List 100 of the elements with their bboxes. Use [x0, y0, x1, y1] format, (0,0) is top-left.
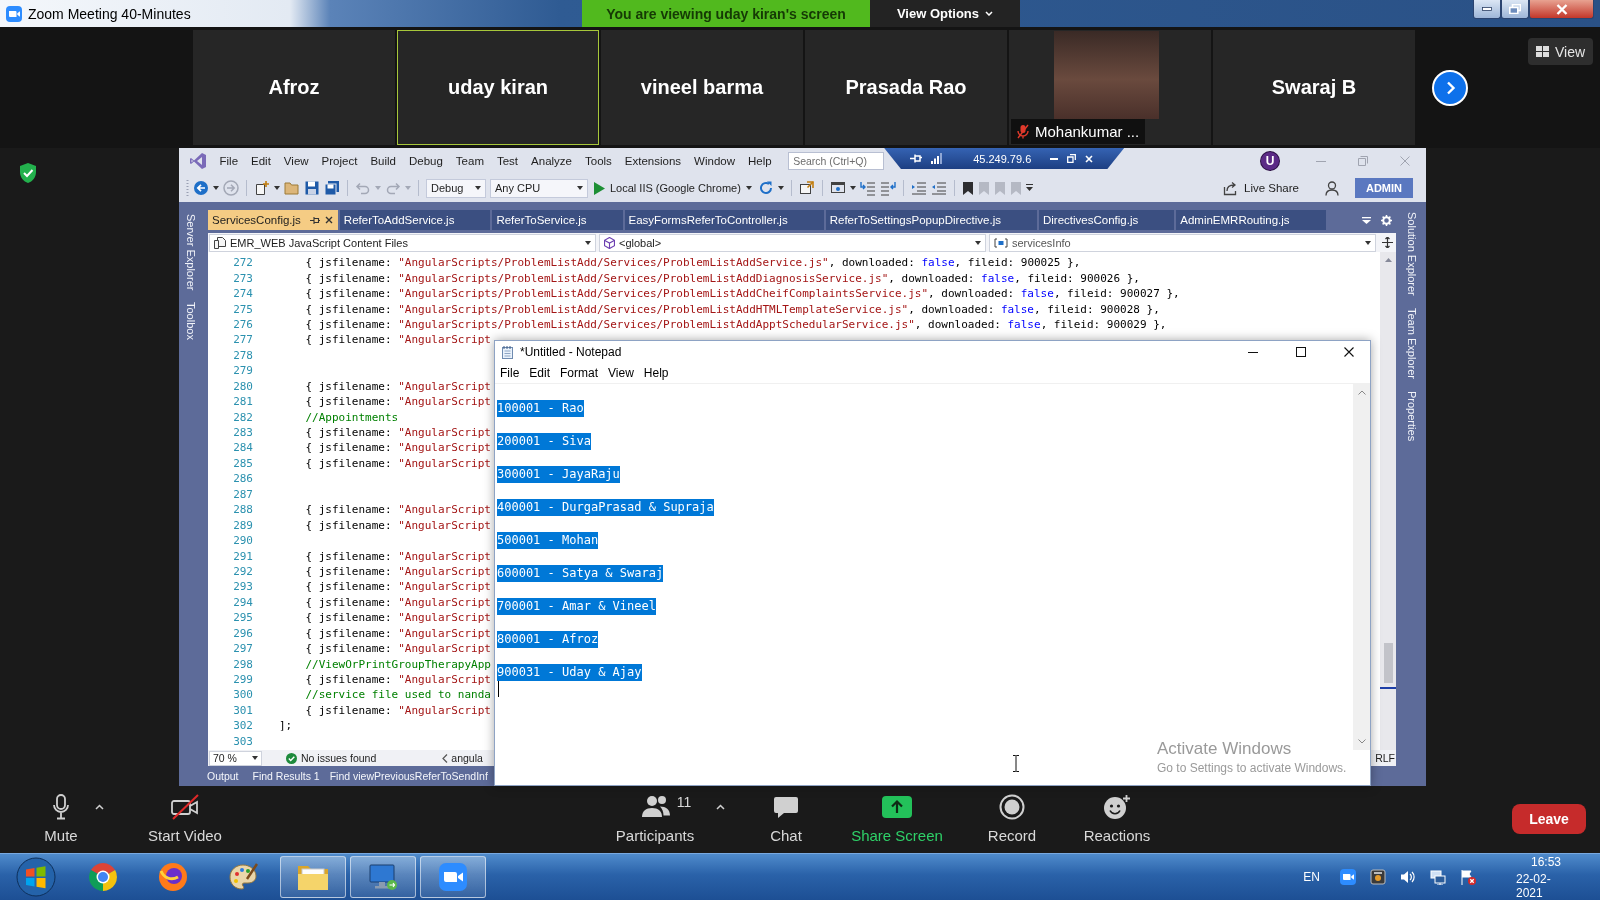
- menu-item[interactable]: View: [603, 366, 639, 380]
- configuration-dropdown[interactable]: Debug: [426, 178, 486, 198]
- record-button[interactable]: Record: [977, 786, 1047, 848]
- minimize-button[interactable]: [1473, 0, 1501, 19]
- start-button[interactable]: [16, 857, 56, 897]
- chat-button[interactable]: Chat: [755, 786, 817, 848]
- view-button[interactable]: View: [1528, 38, 1593, 65]
- project-dropdown[interactable]: EMR_WEB JavaScript Content Files: [209, 233, 596, 252]
- menu-item[interactable]: Debug: [402, 155, 450, 167]
- project-context[interactable]: angula: [451, 752, 483, 764]
- minimize-icon[interactable]: [1050, 157, 1059, 160]
- menu-item[interactable]: View: [277, 155, 316, 167]
- shield-check-icon[interactable]: [18, 162, 38, 184]
- volume-icon[interactable]: [1400, 869, 1416, 885]
- file-tab[interactable]: ServicesConfig.js: [208, 210, 338, 230]
- menu-item[interactable]: Format: [555, 366, 604, 380]
- run-button[interactable]: Local IIS (Google Chrome): [592, 181, 754, 195]
- panel-tab[interactable]: Toolbox: [185, 302, 197, 341]
- split-window-icon[interactable]: [1382, 237, 1393, 248]
- scroll-up-icon[interactable]: [1384, 258, 1392, 262]
- panel-tab[interactable]: Server Explorer: [185, 214, 197, 291]
- file-tab[interactable]: ReferToSettingsPopupDirective.js: [825, 210, 1037, 230]
- panel-tab[interactable]: Find viewPreviousReferToSendInf: [329, 770, 488, 782]
- settings-icon[interactable]: [1381, 214, 1392, 226]
- leave-button[interactable]: Leave: [1512, 804, 1586, 834]
- taskbar-button[interactable]: [420, 856, 486, 898]
- panel-tab[interactable]: Team Explorer: [1406, 307, 1418, 379]
- caret-down-icon[interactable]: [777, 186, 784, 190]
- menu-item[interactable]: Help: [638, 366, 674, 380]
- taskbar-button[interactable]: [280, 856, 346, 898]
- search-field[interactable]: Search (Ctrl+Q): [788, 152, 885, 170]
- menu-item[interactable]: File: [495, 366, 525, 380]
- mute-button[interactable]: Mute: [27, 786, 95, 848]
- member-dropdown[interactable]: servicesInfo: [989, 233, 1376, 252]
- video-camera-icon[interactable]: [1340, 869, 1356, 885]
- window-icon[interactable]: [829, 180, 846, 196]
- clock-time[interactable]: 16:53: [1531, 854, 1561, 869]
- file-tab[interactable]: ReferToService.js: [492, 210, 623, 230]
- step-into-icon[interactable]: [859, 180, 876, 196]
- menu-item[interactable]: Tools: [578, 155, 619, 167]
- next-page-button[interactable]: [1432, 70, 1468, 106]
- browser-link-icon[interactable]: [798, 180, 815, 196]
- clock-date[interactable]: 22-02-2021: [1516, 871, 1576, 900]
- close-button[interactable]: [1529, 0, 1594, 19]
- menu-item[interactable]: Extensions: [618, 155, 688, 167]
- menu-item[interactable]: Project: [315, 155, 364, 167]
- save-icon[interactable]: [304, 180, 320, 196]
- panel-tab[interactable]: Output: [207, 770, 239, 782]
- file-tab[interactable]: ReferToAddService.js: [339, 210, 491, 230]
- menu-item[interactable]: Help: [741, 155, 779, 167]
- restore-icon[interactable]: [1067, 154, 1077, 163]
- taskbar-button[interactable]: [350, 856, 416, 898]
- issues-status[interactable]: No issues found: [301, 752, 377, 764]
- panel-tab[interactable]: Solution Explorer: [1406, 212, 1418, 296]
- account-avatar[interactable]: U: [1261, 152, 1279, 170]
- scope-dropdown[interactable]: <global>: [599, 233, 986, 252]
- tab-list-icon[interactable]: [1362, 216, 1371, 224]
- share-screen-button[interactable]: Share Screen: [847, 786, 947, 848]
- reactions-button[interactable]: Reactions: [1077, 786, 1157, 848]
- save-all-icon[interactable]: [324, 180, 340, 196]
- caret-down-icon[interactable]: [849, 186, 856, 190]
- overflow-icon[interactable]: [1025, 184, 1033, 192]
- menu-item[interactable]: Edit: [244, 155, 278, 167]
- list-arrow-icon[interactable]: [879, 180, 896, 196]
- platform-dropdown[interactable]: Any CPU: [490, 178, 588, 198]
- scroll-down-icon[interactable]: [1357, 739, 1366, 744]
- network-icon[interactable]: [1430, 869, 1446, 885]
- menu-item[interactable]: Analyze: [524, 155, 579, 167]
- menu-item[interactable]: Team: [449, 155, 491, 167]
- file-tab[interactable]: AdminEMRRouting.js: [1176, 210, 1326, 230]
- line-ending[interactable]: RLF: [1375, 752, 1396, 764]
- file-tab[interactable]: DirectivesConfig.js: [1039, 210, 1175, 230]
- menu-item[interactable]: File: [213, 155, 245, 167]
- restore-button[interactable]: [1501, 0, 1529, 19]
- menu-item[interactable]: Test: [490, 155, 525, 167]
- language-indicator[interactable]: EN: [1303, 870, 1320, 884]
- scrollbar-thumb[interactable]: [1383, 643, 1393, 683]
- view-options-button[interactable]: View Options: [870, 0, 1020, 27]
- menu-item[interactable]: Edit: [524, 366, 556, 380]
- tray-app-icon[interactable]: [1370, 869, 1386, 885]
- new-item-icon[interactable]: [254, 180, 270, 196]
- file-tab[interactable]: EasyFormsReferToController.js: [624, 210, 824, 230]
- start-video-button[interactable]: Start Video: [140, 786, 230, 848]
- scroll-up-icon[interactable]: [1357, 390, 1366, 395]
- back-arrow-icon[interactable]: [193, 180, 209, 196]
- person-icon[interactable]: [1325, 180, 1339, 196]
- flag-error-icon[interactable]: [1460, 869, 1476, 885]
- panel-tab[interactable]: Properties: [1406, 390, 1418, 441]
- panel-tab[interactable]: Find Results 1: [252, 770, 320, 782]
- menu-item[interactable]: Window: [687, 155, 742, 167]
- caret-down-icon[interactable]: [274, 186, 280, 190]
- caret-up-icon[interactable]: [716, 804, 725, 810]
- zoom-dropdown[interactable]: 70 %: [209, 750, 262, 766]
- refresh-icon[interactable]: [757, 180, 774, 196]
- pin-icon[interactable]: [309, 215, 320, 225]
- live-share-button[interactable]: Live Share: [1223, 180, 1299, 196]
- caret-up-icon[interactable]: [95, 804, 104, 810]
- bookmark-icon[interactable]: [961, 180, 974, 196]
- participants-button[interactable]: 11 Participants: [605, 786, 705, 848]
- menu-item[interactable]: Build: [363, 155, 403, 167]
